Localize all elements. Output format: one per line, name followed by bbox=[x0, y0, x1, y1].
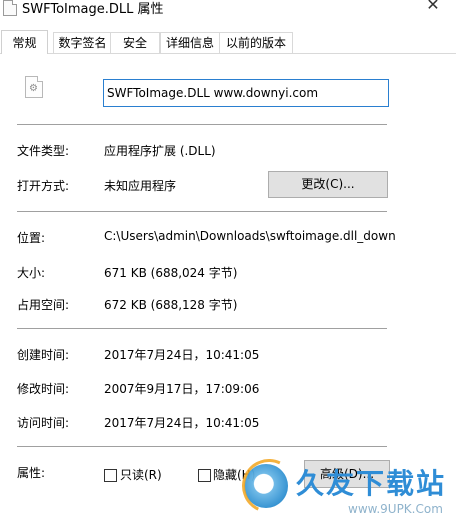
title-bar: SWFToImage.DLL 属性 ✕ bbox=[0, 0, 456, 26]
file-type-value: 应用程序扩展 (.DLL) bbox=[104, 144, 216, 158]
gear-icon: ⚙ bbox=[29, 83, 38, 94]
dll-file-icon: ⚙ bbox=[25, 76, 43, 98]
tab-details[interactable]: 详细信息 bbox=[160, 32, 220, 53]
separator bbox=[17, 446, 387, 447]
size-value: 671 KB (688,024 字节) bbox=[104, 266, 238, 280]
tab-general[interactable]: 常规 bbox=[1, 30, 48, 54]
tab-previous-versions[interactable]: 以前的版本 bbox=[219, 32, 293, 53]
logo-arc bbox=[234, 451, 304, 521]
window-title: SWFToImage.DLL 属性 bbox=[22, 2, 164, 17]
size-label: 大小: bbox=[17, 266, 46, 280]
tab-security[interactable]: 安全 bbox=[110, 32, 160, 53]
accessed-label: 访问时间: bbox=[17, 416, 70, 430]
separator bbox=[17, 211, 387, 212]
hidden-checkbox[interactable] bbox=[198, 469, 211, 482]
file-icon bbox=[3, 0, 17, 16]
separator bbox=[17, 328, 387, 329]
readonly-label[interactable]: 只读(R) bbox=[120, 466, 162, 483]
attributes-label: 属性: bbox=[17, 466, 46, 480]
watermark-logo: 久友下载站 www.9UPK.Com bbox=[234, 451, 456, 529]
change-button[interactable]: 更改(C)... bbox=[268, 171, 388, 198]
location-value: C:\Users\admin\Downloads\swftoimage.dll_… bbox=[104, 229, 396, 243]
close-button[interactable]: ✕ bbox=[418, 0, 448, 17]
created-label: 创建时间: bbox=[17, 348, 70, 362]
file-type-label: 文件类型: bbox=[17, 144, 70, 158]
size-on-disk-value: 672 KB (688,128 字节) bbox=[104, 298, 238, 312]
modified-value: 2007年9月17日，17:09:06 bbox=[104, 382, 260, 396]
tab-bar: 常规 数字签名 安全 详细信息 以前的版本 bbox=[0, 30, 456, 54]
open-with-label: 打开方式: bbox=[17, 179, 70, 193]
file-name-input[interactable]: SWFToImage.DLL www.downyi.com bbox=[103, 79, 389, 107]
accessed-value: 2017年7月24日，10:41:05 bbox=[104, 416, 260, 430]
created-value: 2017年7月24日，10:41:05 bbox=[104, 348, 260, 362]
readonly-checkbox[interactable] bbox=[104, 469, 117, 482]
tab-digital-signatures[interactable]: 数字签名 bbox=[53, 32, 112, 53]
watermark-text: 久友下载站 bbox=[296, 467, 447, 500]
separator bbox=[17, 124, 387, 125]
modified-label: 修改时间: bbox=[17, 382, 70, 396]
open-with-value: 未知应用程序 bbox=[104, 179, 177, 193]
location-label: 位置: bbox=[17, 231, 46, 245]
watermark-url: www.9UPK.Com bbox=[348, 502, 443, 516]
size-on-disk-label: 占用空间: bbox=[17, 298, 70, 312]
